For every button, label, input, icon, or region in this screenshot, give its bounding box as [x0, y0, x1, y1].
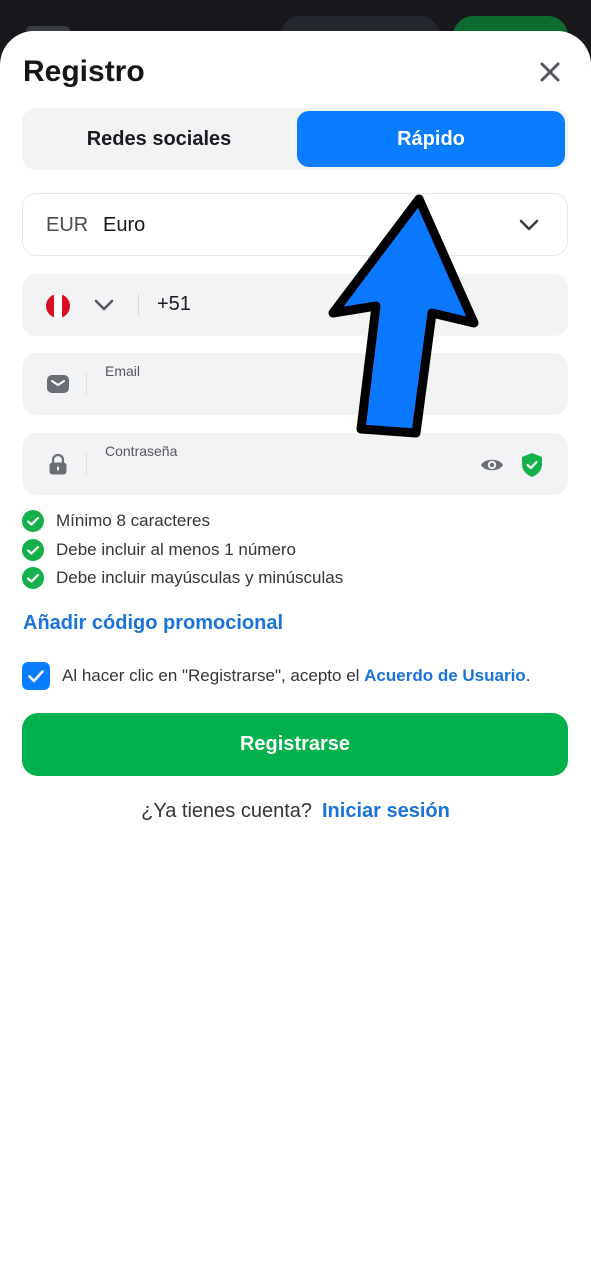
user-agreement-link[interactable]: Acuerdo de Usuario — [364, 666, 526, 685]
phone-field[interactable]: +51 — [22, 274, 568, 336]
agreement-suffix: . — [525, 666, 531, 685]
password-input[interactable] — [105, 463, 465, 487]
currency-code: EUR — [46, 214, 89, 236]
page-title: Registro — [23, 55, 145, 88]
registration-tabs: Redes sociales Rápido — [22, 108, 568, 170]
password-rule: Mínimo 8 caracteres — [22, 507, 343, 536]
currency-name: Euro — [103, 214, 146, 236]
eye-icon[interactable] — [479, 452, 505, 478]
phone-prefix[interactable]: +51 — [157, 293, 191, 316]
agreement-checkbox[interactable] — [22, 662, 50, 690]
checkmark-icon — [28, 670, 44, 683]
password-rules: Mínimo 8 caracteres Debe incluir al meno… — [22, 507, 343, 593]
shield-check-icon — [522, 453, 542, 477]
tab-quick[interactable]: Rápido — [297, 111, 565, 167]
close-button[interactable] — [533, 55, 567, 89]
registration-sheet: Registro Redes sociales Rápido EUR Euro … — [0, 31, 591, 1280]
lock-icon — [49, 453, 67, 475]
login-prompt-row: ¿Ya tienes cuenta? Iniciar sesión — [0, 800, 591, 823]
arrow-up-icon — [328, 194, 479, 438]
peru-flag-icon[interactable] — [46, 294, 70, 318]
register-button[interactable]: Registrarse — [22, 713, 568, 776]
login-prompt: ¿Ya tienes cuenta? — [141, 800, 312, 822]
password-rule-text: Mínimo 8 caracteres — [56, 511, 210, 531]
agreement-text-body: Al hacer clic en "Registrarse", acepto e… — [62, 666, 365, 685]
close-icon — [540, 62, 560, 82]
password-label: Contraseña — [105, 443, 178, 459]
user-agreement: Al hacer clic en "Registrarse", acepto e… — [22, 661, 582, 691]
password-rule: Debe incluir al menos 1 número — [22, 536, 343, 565]
field-divider — [86, 451, 87, 477]
currency-select[interactable]: EUR Euro — [22, 193, 568, 256]
tab-social-networks[interactable]: Redes sociales — [25, 111, 293, 167]
add-promo-code-link[interactable]: Añadir código promocional — [23, 612, 283, 635]
check-circle-icon — [22, 510, 44, 533]
mail-icon — [47, 375, 69, 393]
check-circle-icon — [22, 567, 44, 590]
agreement-text: Al hacer clic en "Registrarse", acepto e… — [62, 666, 530, 686]
chevron-down-icon — [519, 219, 539, 231]
field-divider — [86, 371, 87, 397]
email-field[interactable]: Email — [22, 353, 568, 415]
password-rule: Debe incluir mayúsculas y minúsculas — [22, 564, 343, 593]
password-rule-text: Debe incluir al menos 1 número — [56, 539, 297, 559]
check-circle-icon — [22, 538, 44, 561]
phone-divider — [138, 294, 139, 316]
login-link[interactable]: Iniciar sesión — [322, 800, 450, 822]
password-rule-text: Debe incluir mayúsculas y minúsculas — [56, 568, 344, 588]
chevron-down-icon[interactable] — [91, 292, 117, 318]
password-field[interactable]: Contraseña — [22, 433, 568, 495]
email-label: Email — [105, 363, 141, 379]
